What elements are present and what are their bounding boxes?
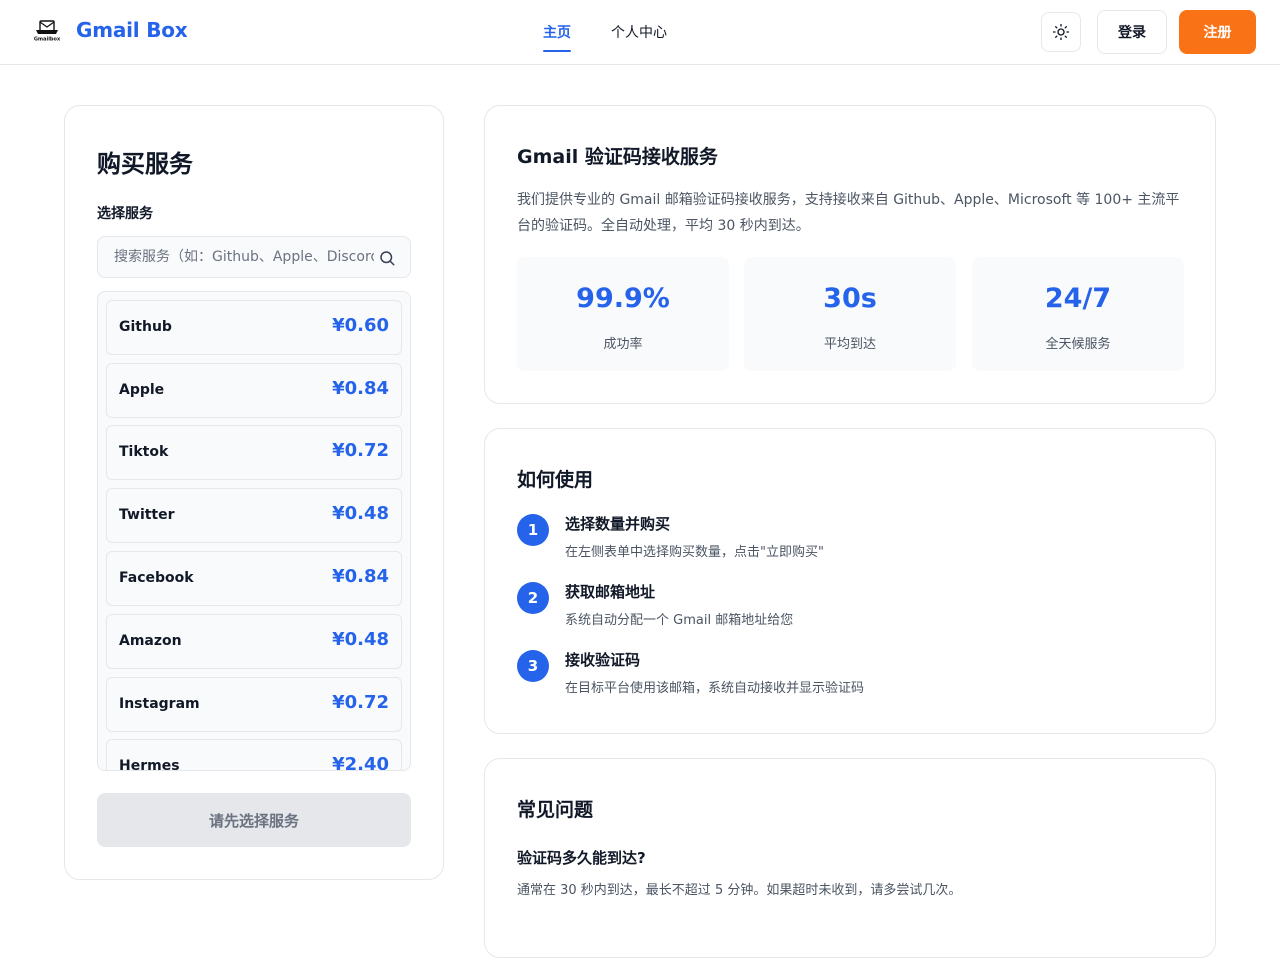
step-title: 接收验证码	[565, 651, 641, 669]
brand[interactable]: Gmailbox Gmail Box	[32, 18, 188, 43]
service-name: Tiktok	[119, 444, 169, 460]
stat-all-day-service: 24/7 全天候服务	[972, 257, 1184, 371]
stat-value: 24/7	[1044, 283, 1112, 314]
theme-toggle-button[interactable]	[1041, 12, 1081, 52]
select-service-label: 选择服务	[97, 206, 153, 222]
login-button[interactable]: 登录	[1097, 10, 1167, 54]
nav-profile[interactable]: 个人中心	[611, 0, 667, 64]
intro-card: Gmail 验证码接收服务 我们提供专业的 Gmail 邮箱验证码接收服务，支持…	[484, 105, 1216, 404]
service-search	[97, 236, 411, 278]
register-button[interactable]: 注册	[1179, 10, 1256, 54]
step-number: 1	[517, 514, 549, 546]
step-title: 获取邮箱地址	[565, 583, 656, 601]
service-name: Amazon	[119, 633, 182, 649]
intro-description: 我们提供专业的 Gmail 邮箱验证码接收服务，支持接收来自 Github、Ap…	[517, 192, 1180, 234]
stat-value: 30s	[823, 283, 877, 314]
step-3: 3 接收验证码 在目标平台使用该邮箱，系统自动接收并显示验证码	[517, 649, 1177, 701]
sun-icon	[1052, 23, 1070, 41]
how-to-card: 如何使用 1 选择数量并购买 在左侧表单中选择购买数量，点击"立即购买" 2 获…	[484, 428, 1216, 734]
main-nav: 主页 个人中心	[543, 0, 707, 64]
service-item-facebook[interactable]: Facebook ¥0.84	[106, 551, 402, 606]
step-number: 3	[517, 650, 549, 682]
nav-home[interactable]: 主页	[543, 0, 571, 64]
service-price: ¥0.48	[332, 503, 389, 524]
step-title: 选择数量并购买	[565, 515, 671, 533]
service-price: ¥0.84	[332, 378, 389, 399]
faq-card: 常见问题 验证码多久能到达? 通常在 30 秒内到达，最长不超过 5 分钟。如果…	[484, 758, 1216, 958]
top-header: Gmailbox Gmail Box 主页 个人中心 登录 注册	[0, 0, 1280, 65]
service-name: Github	[119, 319, 172, 335]
service-name: Facebook	[119, 570, 194, 586]
service-item-amazon[interactable]: Amazon ¥0.48	[106, 614, 402, 669]
service-name: Twitter	[119, 507, 175, 523]
service-price: ¥0.84	[332, 566, 389, 587]
service-item-tiktok[interactable]: Tiktok ¥0.72	[106, 425, 402, 480]
svg-text:Gmailbox: Gmailbox	[34, 37, 61, 43]
service-price: ¥0.60	[332, 315, 389, 336]
stat-label: 平均到达	[823, 337, 876, 352]
service-item-hermes[interactable]: Hermes ¥2.40	[106, 739, 402, 771]
faq-question: 验证码多久能到达?	[517, 849, 646, 867]
service-price: ¥2.40	[332, 754, 389, 771]
stat-success-rate: 99.9% 成功率	[517, 257, 729, 371]
gmailbox-logo: Gmailbox	[32, 18, 62, 43]
service-price: ¥0.72	[332, 692, 389, 713]
faq-answer: 通常在 30 秒内到达，最长不超过 5 分钟。如果超时未收到，请多尝试几次。	[517, 883, 962, 898]
service-item-twitter[interactable]: Twitter ¥0.48	[106, 488, 402, 543]
buy-title: 购买服务	[97, 150, 193, 178]
step-description: 在左侧表单中选择购买数量，点击"立即购买"	[565, 545, 824, 560]
service-name: Hermes	[119, 758, 180, 771]
step-description: 系统自动分配一个 Gmail 邮箱地址给您	[565, 613, 794, 628]
service-item-instagram[interactable]: Instagram ¥0.72	[106, 677, 402, 732]
step-2: 2 获取邮箱地址 系统自动分配一个 Gmail 邮箱地址给您	[517, 581, 1177, 633]
intro-title: Gmail 验证码接收服务	[517, 146, 718, 168]
stat-label: 全天候服务	[1045, 337, 1111, 352]
stat-value: 99.9%	[576, 283, 670, 314]
step-1: 1 选择数量并购买 在左侧表单中选择购买数量，点击"立即购买"	[517, 513, 1177, 565]
stat-average-arrival: 30s 平均到达	[744, 257, 956, 371]
service-price: ¥0.48	[332, 629, 389, 650]
brand-name: Gmail Box	[76, 18, 188, 42]
step-description: 在目标平台使用该邮箱，系统自动接收并显示验证码	[565, 681, 865, 696]
search-icon[interactable]	[378, 249, 396, 267]
faq-title: 常见问题	[517, 799, 594, 821]
step-number: 2	[517, 582, 549, 614]
service-item-apple[interactable]: Apple ¥0.84	[106, 363, 402, 418]
how-to-title: 如何使用	[517, 469, 594, 491]
service-price: ¥0.72	[332, 440, 389, 461]
service-name: Apple	[119, 382, 165, 398]
buy-service-card: 购买服务 选择服务 Github ¥0.60 Apple ¥0.84 Tikto…	[64, 105, 444, 880]
service-list[interactable]: Github ¥0.60 Apple ¥0.84 Tiktok ¥0.72 Tw…	[97, 291, 411, 771]
service-search-input[interactable]	[98, 237, 410, 277]
purchase-button[interactable]: 请先选择服务	[97, 793, 411, 847]
stat-label: 成功率	[603, 337, 643, 352]
service-item-github[interactable]: Github ¥0.60	[106, 300, 402, 355]
service-name: Instagram	[119, 696, 200, 712]
